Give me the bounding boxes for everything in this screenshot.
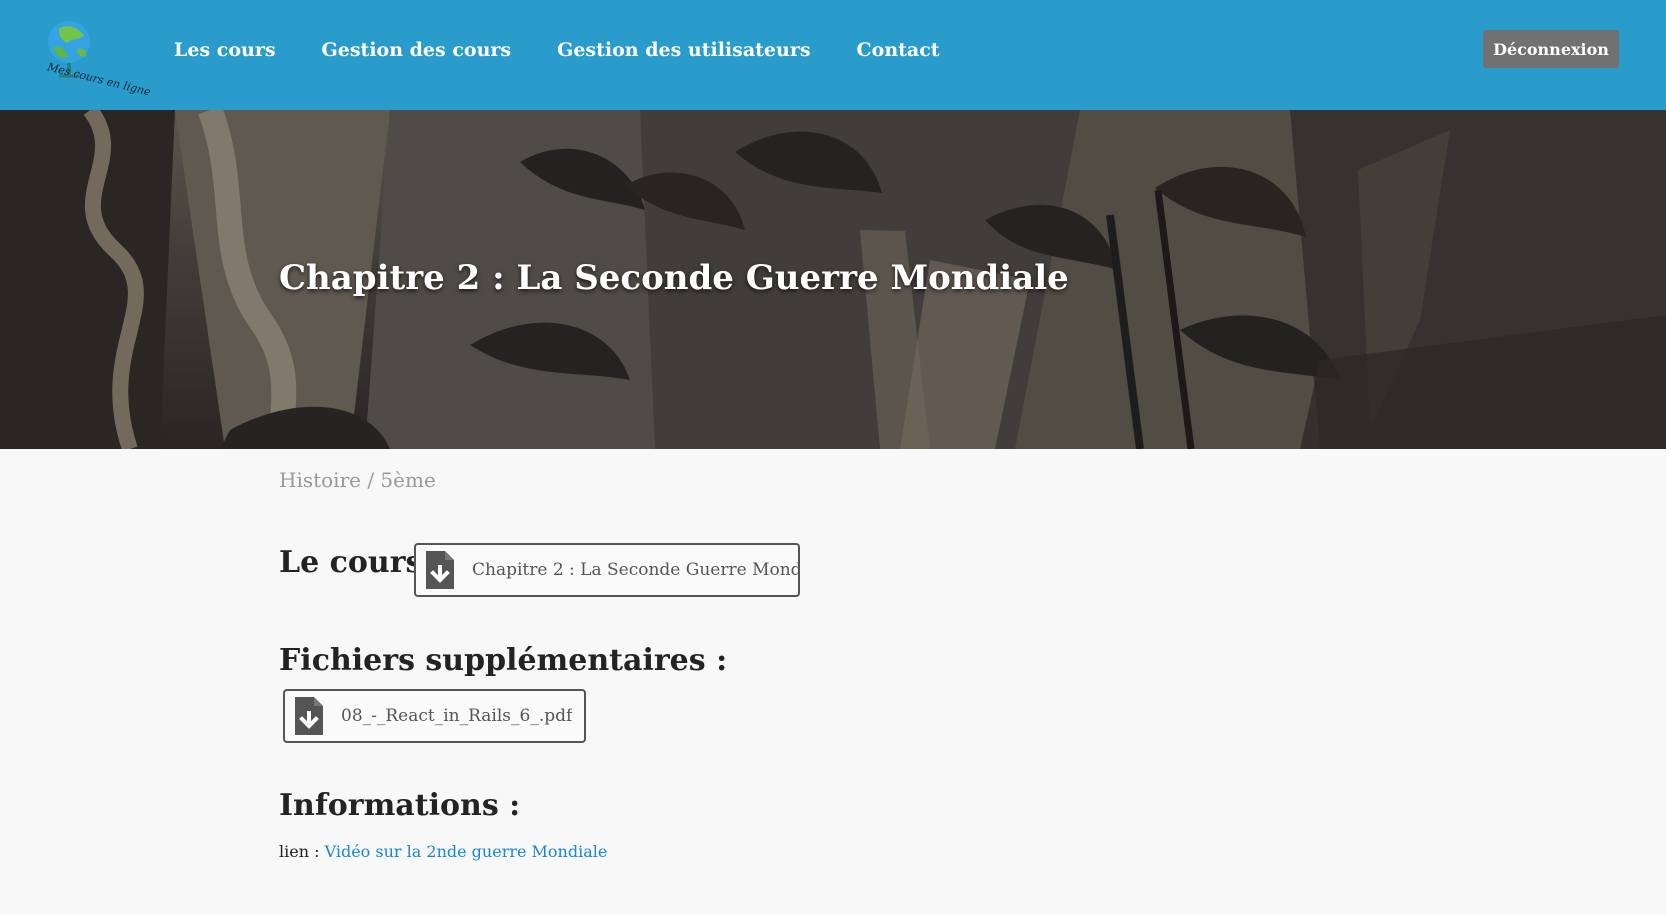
logout-button[interactable]: Déconnexion: [1483, 30, 1619, 68]
video-link[interactable]: Vidéo sur la 2nde guerre Mondiale: [325, 842, 608, 861]
information-link-line: lien : Vidéo sur la 2nde guerre Mondiale: [279, 842, 607, 861]
information-heading: Informations :: [279, 788, 521, 823]
file-download-icon: [295, 697, 323, 735]
file-download-icon: [426, 551, 454, 589]
page-title: Chapitre 2 : La Seconde Guerre Mondiale: [279, 258, 1069, 298]
nav-user-management[interactable]: Gestion des utilisateurs: [557, 39, 810, 61]
top-navbar: Mes cours en ligne Les cours Gestion des…: [0, 0, 1666, 110]
supplementary-files-heading: Fichiers supplémentaires :: [279, 643, 728, 678]
supplementary-file-label: 08_-_React_in_Rails_6_.pdf: [341, 706, 573, 726]
nav-course-management[interactable]: Gestion des cours: [322, 39, 512, 61]
supplementary-file-download-button[interactable]: 08_-_React_in_Rails_6_.pdf: [283, 689, 586, 743]
link-prefix: lien :: [279, 842, 325, 861]
site-logo[interactable]: Mes cours en ligne: [22, 16, 152, 99]
course-file-label: Chapitre 2 : La Seconde Guerre Mondiale: [472, 560, 798, 580]
nav-contact[interactable]: Contact: [857, 39, 940, 61]
main-navigation: Les cours Gestion des cours Gestion des …: [174, 0, 940, 100]
course-file-download-button[interactable]: Chapitre 2 : La Seconde Guerre Mondiale: [414, 543, 800, 597]
nav-courses[interactable]: Les cours: [174, 39, 276, 61]
breadcrumb: Histoire / 5ème: [279, 468, 436, 492]
course-hero-banner: Chapitre 2 : La Seconde Guerre Mondiale: [0, 110, 1666, 449]
